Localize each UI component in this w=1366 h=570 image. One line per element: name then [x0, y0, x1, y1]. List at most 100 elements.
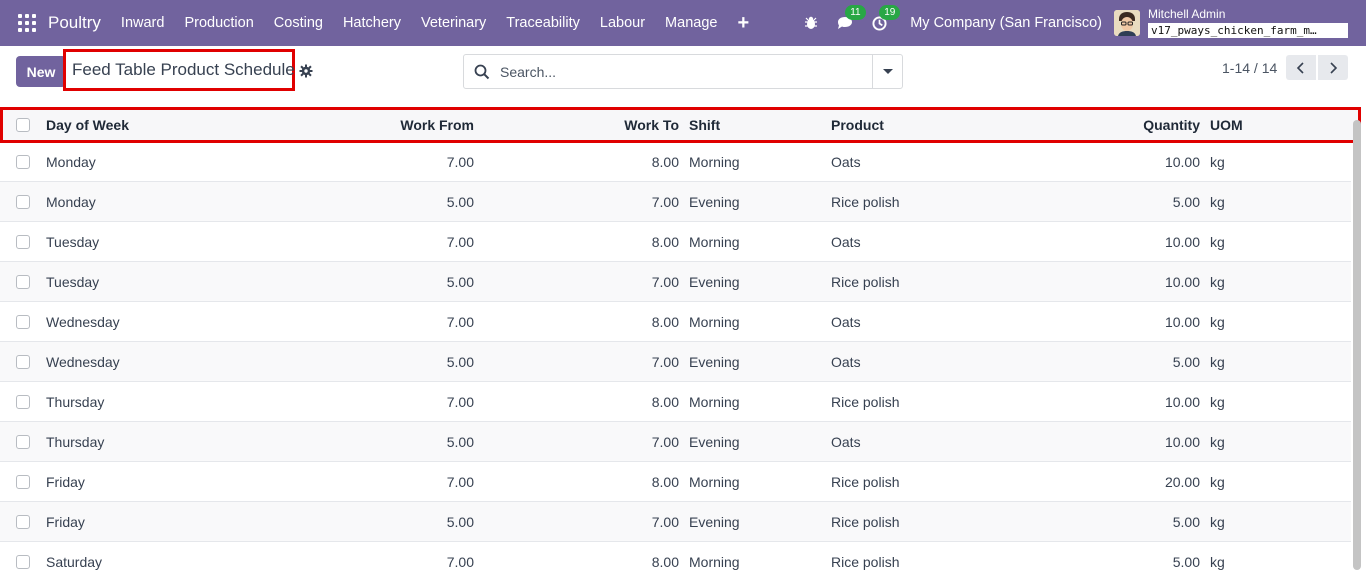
- cell-day: Tuesday: [46, 234, 100, 250]
- column-header-work-from[interactable]: Work From: [303, 110, 474, 140]
- row-checkbox[interactable]: [16, 395, 30, 409]
- cell-product: Oats: [831, 434, 861, 450]
- cell-uom: kg: [1210, 554, 1225, 570]
- add-menu-button[interactable]: +: [727, 13, 759, 33]
- cell-uom: kg: [1210, 354, 1225, 370]
- user-avatar[interactable]: [1114, 10, 1140, 36]
- cell-quantity: 10.00: [1164, 274, 1200, 290]
- row-checkbox[interactable]: [16, 475, 30, 489]
- search-input[interactable]: [500, 56, 872, 87]
- cell-product: Rice polish: [831, 394, 900, 410]
- column-header-product[interactable]: Product: [831, 110, 884, 140]
- menu-item-production[interactable]: Production: [174, 15, 263, 31]
- cell-quantity: 5.00: [1172, 514, 1200, 530]
- cell-quantity: 5.00: [1172, 554, 1200, 570]
- cell-work-to: 8.00: [651, 154, 679, 170]
- pager-previous-button[interactable]: [1286, 55, 1316, 80]
- apps-menu-icon[interactable]: [18, 14, 36, 32]
- table-row[interactable]: Wednesday 7.00 8.00 Morning Oats 10.00 kg: [0, 302, 1351, 342]
- row-checkbox[interactable]: [16, 235, 30, 249]
- cell-quantity: 10.00: [1164, 234, 1200, 250]
- column-header-shift[interactable]: Shift: [689, 110, 720, 140]
- table-row[interactable]: Thursday 7.00 8.00 Morning Rice polish 10.00 k…: [0, 382, 1351, 422]
- table-row[interactable]: Friday 7.00 8.00 Morning Rice polish 20.00 kg: [0, 462, 1351, 502]
- cell-quantity: 20.00: [1164, 474, 1200, 490]
- pager-next-button[interactable]: [1318, 55, 1348, 80]
- cell-shift: Morning: [689, 474, 740, 490]
- cell-work-from: 5.00: [446, 434, 474, 450]
- activity-clock-icon[interactable]: 19: [869, 5, 901, 33]
- database-name: v17_pways_chicken_farm_m…: [1148, 23, 1348, 38]
- column-header-day[interactable]: Day of Week: [46, 110, 129, 140]
- user-name: Mitchell Admin: [1148, 7, 1226, 21]
- menu-item-veterinary[interactable]: Veterinary: [411, 15, 496, 31]
- table-row[interactable]: Saturday 7.00 8.00 Morning Rice polish 5.00 kg: [0, 542, 1351, 570]
- new-button[interactable]: New: [16, 56, 66, 87]
- table-row[interactable]: Tuesday 7.00 8.00 Morning Oats 10.00 kg: [0, 222, 1351, 262]
- cell-day: Saturday: [46, 554, 103, 570]
- menu-item-hatchery[interactable]: Hatchery: [333, 15, 411, 31]
- cell-day: Monday: [46, 194, 96, 210]
- cell-day: Thursday: [46, 394, 105, 410]
- row-checkbox[interactable]: [16, 155, 30, 169]
- page-title[interactable]: Feed Table Product Schedule: [72, 60, 295, 80]
- cell-shift: Morning: [689, 154, 740, 170]
- vertical-scrollbar[interactable]: [1353, 120, 1361, 570]
- cell-uom: kg: [1210, 394, 1225, 410]
- cell-work-from: 5.00: [446, 274, 474, 290]
- user-menu[interactable]: Mitchell Admin v17_pways_chicken_farm_m…: [1148, 8, 1348, 38]
- search-options-toggle[interactable]: [872, 55, 902, 88]
- menu-item-labour[interactable]: Labour: [590, 15, 655, 31]
- table-row[interactable]: Wednesday 5.00 7.00 Evening Oats 5.00 kg: [0, 342, 1351, 382]
- pager-value[interactable]: 1-14 / 14: [1222, 60, 1277, 76]
- cell-product: Oats: [831, 354, 861, 370]
- cell-uom: kg: [1210, 314, 1225, 330]
- cell-work-from: 5.00: [446, 514, 474, 530]
- menu-item-manage[interactable]: Manage: [655, 15, 727, 31]
- table-row[interactable]: Monday 5.00 7.00 Evening Rice polish 5.00 kg: [0, 182, 1351, 222]
- table-row[interactable]: Friday 5.00 7.00 Evening Rice polish 5.00 kg: [0, 502, 1351, 542]
- messages-icon[interactable]: 11: [835, 5, 866, 33]
- row-checkbox[interactable]: [16, 195, 30, 209]
- cell-work-from: 5.00: [446, 194, 474, 210]
- select-all-checkbox[interactable]: [16, 118, 30, 132]
- cell-shift: Morning: [689, 234, 740, 250]
- cell-day: Friday: [46, 474, 85, 490]
- row-checkbox[interactable]: [16, 515, 30, 529]
- search-icon: [474, 64, 490, 79]
- chevron-right-icon: [1330, 61, 1338, 74]
- messages-badge: 11: [845, 5, 866, 20]
- cell-quantity: 10.00: [1164, 314, 1200, 330]
- company-switcher[interactable]: My Company (San Francisco): [910, 15, 1102, 31]
- app-brand[interactable]: Poultry: [48, 13, 101, 33]
- row-checkbox[interactable]: [16, 315, 30, 329]
- menu-item-traceability[interactable]: Traceability: [496, 15, 590, 31]
- gear-icon[interactable]: [299, 64, 313, 78]
- table-row[interactable]: Monday 7.00 8.00 Morning Oats 10.00 kg: [0, 142, 1351, 182]
- main-menu: Inward Production Costing Hatchery Veter…: [111, 13, 759, 33]
- column-header-uom[interactable]: UOM: [1210, 110, 1243, 140]
- table-row[interactable]: Thursday 5.00 7.00 Evening Oats 10.00 kg: [0, 422, 1351, 462]
- cell-work-to: 8.00: [651, 394, 679, 410]
- cell-day: Tuesday: [46, 274, 100, 290]
- cell-shift: Evening: [689, 514, 740, 530]
- column-header-quantity[interactable]: Quantity: [1053, 110, 1200, 140]
- cell-quantity: 5.00: [1172, 194, 1200, 210]
- menu-item-inward[interactable]: Inward: [111, 15, 175, 31]
- row-checkbox[interactable]: [16, 435, 30, 449]
- cell-quantity: 10.00: [1164, 434, 1200, 450]
- bug-icon[interactable]: [801, 13, 821, 33]
- cell-shift: Evening: [689, 274, 740, 290]
- row-checkbox[interactable]: [16, 355, 30, 369]
- cell-product: Rice polish: [831, 514, 900, 530]
- column-header-work-to[interactable]: Work To: [503, 110, 679, 140]
- cell-shift: Evening: [689, 434, 740, 450]
- menu-item-costing[interactable]: Costing: [264, 15, 333, 31]
- table-row[interactable]: Tuesday 5.00 7.00 Evening Rice polish 10.00 kg: [0, 262, 1351, 302]
- cell-product: Oats: [831, 234, 861, 250]
- cell-work-to: 7.00: [651, 274, 679, 290]
- row-checkbox[interactable]: [16, 275, 30, 289]
- row-checkbox[interactable]: [16, 555, 30, 569]
- cell-work-to: 8.00: [651, 234, 679, 250]
- cell-shift: Morning: [689, 394, 740, 410]
